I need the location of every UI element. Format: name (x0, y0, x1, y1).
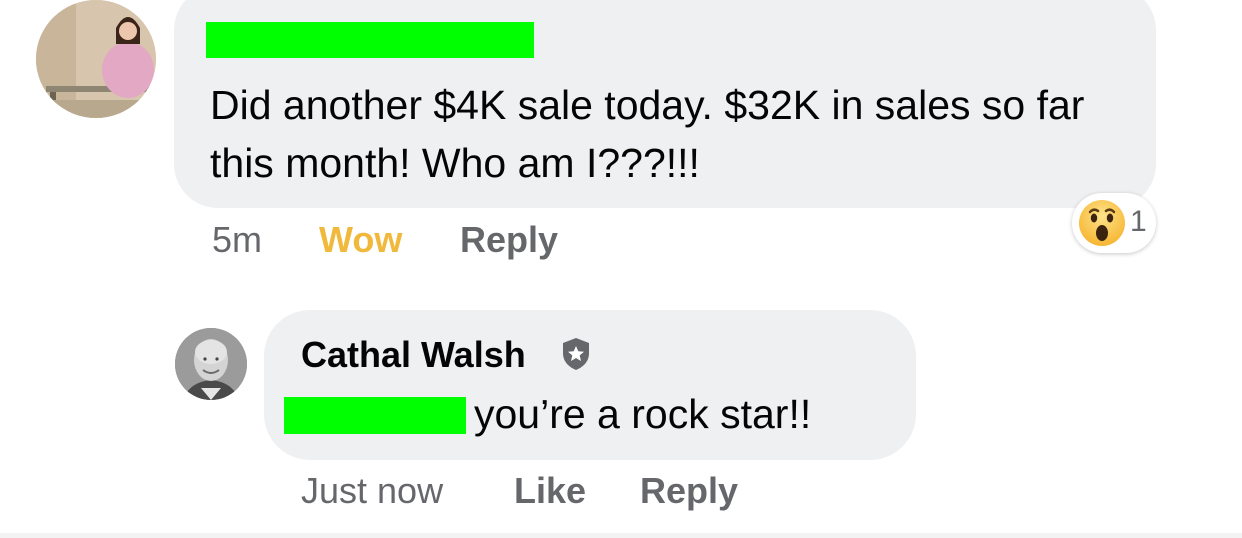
wow-emoji-icon (1079, 200, 1125, 246)
reaction-button[interactable]: Wow (319, 218, 402, 262)
redacted-author-name (206, 22, 534, 58)
reply-text: you’re a rock star!! (474, 391, 812, 437)
reaction-count: 1 (1130, 205, 1147, 238)
like-button[interactable]: Like (514, 469, 586, 513)
divider (0, 533, 1242, 538)
reply-timestamp[interactable]: Just now (301, 469, 443, 513)
comment-timestamp[interactable]: 5m (212, 218, 262, 262)
reply-author-name[interactable]: Cathal Walsh (301, 333, 526, 377)
top-contributor-star-badge-icon[interactable] (558, 336, 594, 372)
redacted-mention (284, 397, 466, 434)
reply-author-avatar[interactable] (175, 328, 247, 400)
commenter-avatar[interactable] (36, 0, 156, 118)
avatar-photo (175, 328, 247, 400)
reply-button[interactable]: Reply (460, 218, 558, 262)
comment-text: Did another $4K sale today. $32K in sale… (210, 82, 1085, 186)
avatar-photo (36, 0, 156, 118)
reply-button[interactable]: Reply (640, 469, 738, 513)
